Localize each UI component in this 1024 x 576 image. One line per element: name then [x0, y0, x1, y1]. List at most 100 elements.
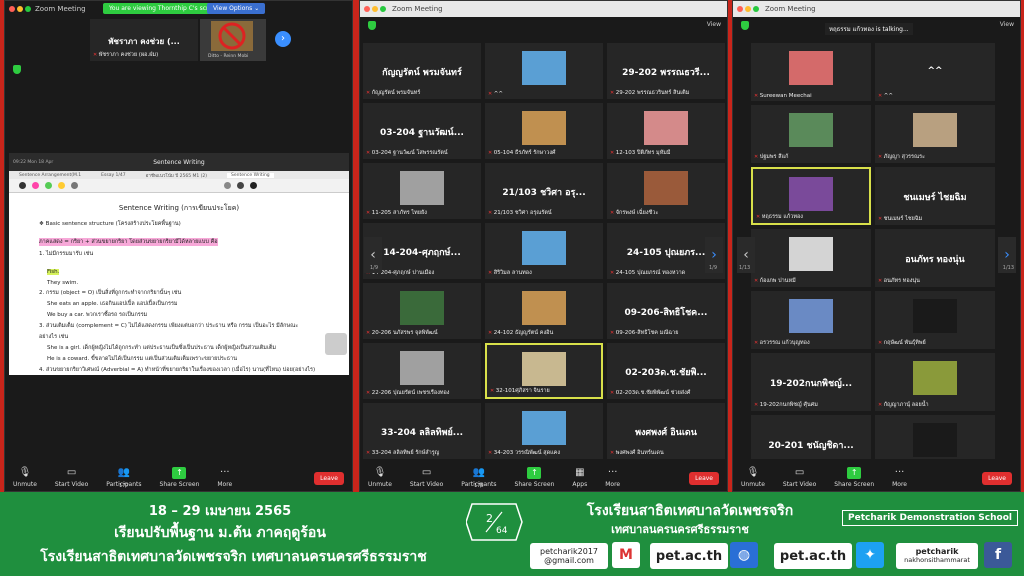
more-button[interactable]: ··· More	[605, 467, 620, 488]
tile-name: 32-101ศุภิสรา จินราย	[490, 387, 550, 395]
participant-tile[interactable]: 02-203ด.ช.ชัยพิ... 02-203ด.ช.ชัยพิพัฒน์ ช…	[607, 343, 725, 399]
color-black-icon[interactable]	[250, 182, 257, 189]
leave-button[interactable]: Leave	[982, 472, 1012, 485]
zoom-dot[interactable]	[753, 6, 759, 12]
share-screen-button[interactable]: ↑ Share Screen	[834, 467, 874, 488]
video-tile[interactable]: พัชราภา คงช่วย (... พัชราภา คงช่วย (ผอ.ฝ…	[90, 19, 198, 61]
scroll-handle[interactable]	[325, 333, 347, 355]
zoom-window-2: Zoom Meeting View กัญญรัตน์ พรมจันทร์กัญ…	[359, 0, 728, 492]
participant-tile[interactable]: 11-205 สาภัทร ไทยยัง	[363, 163, 481, 219]
participant-tile[interactable]: 29-202 พรรณธวรี... 29-202 พรรณธวรินทร์ สิ…	[607, 43, 725, 99]
eraser-icon[interactable]	[71, 182, 78, 189]
participant-tile[interactable]: กัญญรัตน์ พรมจันทร์กัญญรัตน์ พรมจันทร์	[363, 43, 481, 99]
participants-button[interactable]: 👥175 Participants	[461, 467, 496, 489]
color-gray-icon[interactable]	[224, 182, 231, 189]
unmute-button[interactable]: 🎙 Unmute	[368, 467, 392, 488]
participant-tile[interactable]: 09-206-สิทธิโชค... 09-206-สิทธิโชค มณีฉาย	[607, 283, 725, 339]
leave-button[interactable]: Leave	[689, 472, 719, 485]
participant-tile[interactable]: ภัญญา สุวรรณระ	[875, 105, 995, 163]
pen-tool-icon[interactable]	[19, 182, 26, 189]
share-screen-button[interactable]: ↑ Share Screen	[515, 467, 554, 488]
email-badge[interactable]: petcharik2017 @gmail.com	[530, 543, 608, 569]
participant-tile[interactable]: ^^	[485, 43, 603, 99]
minimize-dot[interactable]	[745, 6, 751, 12]
participant-tile[interactable]: 24-102 ธัญญรัตน์ คงอิน	[485, 283, 603, 339]
participant-tile[interactable]: จักรพงษ์ เฉี่ยงชีวะ	[607, 163, 725, 219]
participant-tile[interactable]: 32-101ศุภิสรา จินราย	[485, 343, 603, 399]
start-video-button[interactable]: ▭ Start Video	[783, 467, 816, 488]
participant-tile[interactable]: 19-202กนกพิชญ์... 19-202กนกพิชญ์ ศุ้นศม	[751, 353, 871, 411]
participant-tile[interactable]: ก้องภพ ปานหมี	[751, 229, 871, 287]
apps-button[interactable]: ▦ Apps	[572, 467, 587, 488]
pen-yellow-icon[interactable]	[58, 182, 65, 189]
participants-icon: 👥177	[117, 467, 131, 489]
minimize-dot[interactable]	[17, 6, 23, 12]
start-video-button[interactable]: ▭ Start Video	[55, 467, 88, 488]
participant-tile[interactable]: พงศพงศ์ อินเดนพงศพงศ์ อินทร์นเดน	[607, 403, 725, 459]
participant-tile[interactable]: ^^ ^^	[875, 43, 995, 101]
zoom-dot[interactable]	[380, 6, 386, 12]
doc-line: He is a coward. ขี้ขลาดไม่ได้เป็นกรรม แต…	[47, 356, 237, 362]
view-button[interactable]: View	[1000, 21, 1014, 28]
participant-tile[interactable]: 33-204 ลลิลทิพย์... 33-204 ลลิลทิพย์ รักษ…	[363, 403, 481, 459]
zoom-dot[interactable]	[25, 6, 31, 12]
participant-tile[interactable]: กัญญาภานุ์ ลอยน้ำ	[875, 353, 995, 411]
doc-tab[interactable]: อาชีพแนวโน้ม ปี 2565 M1 (2)	[146, 172, 207, 179]
participant-tile[interactable]: หฤธรรม แก้วทอง	[751, 167, 871, 225]
participant-tile[interactable]: 20-206 นภัสรพร จุลพิพัฒน์	[363, 283, 481, 339]
doc-tab[interactable]: Sentence Arrangement(M.1	[19, 173, 81, 178]
pen-green-icon[interactable]	[45, 182, 52, 189]
share-screen-button[interactable]: ↑ Share Screen	[160, 467, 199, 488]
participant-tile[interactable]: ชนเมษร์ ไชยฉิมชนเมษร์ ไชยฉิม	[875, 167, 995, 225]
tile-name: 09-206-สิทธิโชค มณีฉาย	[610, 329, 679, 337]
start-video-button[interactable]: ▭ Start Video	[410, 467, 443, 488]
participant-tile[interactable]: กฤษัฒน์ พันธุ์ทิพย์	[875, 291, 995, 349]
website-badge[interactable]: pet.ac.th	[774, 543, 852, 569]
more-button[interactable]: ··· More	[217, 467, 232, 488]
globe-icon[interactable]: ◍	[730, 542, 758, 568]
pen-pink-icon[interactable]	[32, 182, 39, 189]
participant-tile[interactable]: ปฐมพร สีแก้	[751, 105, 871, 163]
label: Start Video	[782, 481, 817, 488]
view-options-button[interactable]: View Options ⌄	[207, 3, 266, 14]
minimize-dot[interactable]	[372, 6, 378, 12]
video-thumbnail	[400, 350, 444, 385]
doc-tab-active[interactable]: Sentence Writing	[227, 172, 274, 178]
participant-tile[interactable]: 03-204 ฐานวัฒน์... 03-204 ฐานวัฒน์ โสพรรณ…	[363, 103, 481, 159]
participants-button[interactable]: 👥177 Participants	[106, 467, 141, 489]
close-dot[interactable]	[737, 6, 743, 12]
tile-display-name: 20-201 ชนัญชิดา...	[768, 441, 854, 452]
gmail-icon[interactable]: M	[612, 542, 640, 568]
participant-tile[interactable]: 12-103 ปิติภัทร มุหัมมี	[607, 103, 725, 159]
participant-tile[interactable]: Sureewan Meechai	[751, 43, 871, 101]
tile-name: 03-204 ฐานวัฒน์ โสพรรณรัตน์	[366, 149, 448, 157]
twitter-icon[interactable]: ✦	[856, 542, 884, 568]
color-dark-icon[interactable]	[237, 182, 244, 189]
participant-tile[interactable]: 22-206 ปุณยรัตน์ เพชรเรืองทอง	[363, 343, 481, 399]
unmute-button[interactable]: 🎙 Unmute	[13, 467, 37, 488]
close-dot[interactable]	[364, 6, 370, 12]
participant-tile[interactable]: 34-203 วรรณิพัฒน์ สุดแคง	[485, 403, 603, 459]
tile-name: 33-204 ลลิลทิพย์ รักษ์สำรูญ	[366, 449, 440, 457]
facebook-icon[interactable]: f	[984, 542, 1012, 568]
label: Apps	[572, 481, 588, 488]
participant-tile[interactable]: อนภัทร ทองนุ่นอนภัทร ทองนุ่น	[875, 229, 995, 287]
participant-tile[interactable]: 05-104 ธีรภัทร์ รักษาวงศ์	[485, 103, 603, 159]
close-dot[interactable]	[9, 6, 15, 12]
doc-tab[interactable]: Essay 1/47	[101, 173, 126, 178]
leave-button[interactable]: Leave	[314, 472, 344, 485]
participant-tile[interactable]: 21/103 ชวิศา อรุ... 21/103 ชวิศา อรุณรัตน…	[485, 163, 603, 219]
view-button[interactable]: View	[707, 21, 721, 28]
unmute-button[interactable]: 🎙 Unmute	[741, 467, 765, 488]
participant-tile[interactable]: อรวรรณ แก้วบุญทอง	[751, 291, 871, 349]
tile-display-name: 33-204 ลลิลทิพย์...	[380, 428, 464, 439]
more-button[interactable]: ··· More	[892, 467, 907, 488]
website-badge[interactable]: pet.ac.th	[650, 543, 728, 569]
tile-caption: Ditto - Reinn Mobi	[208, 54, 249, 59]
tile-name: กัญญรัตน์ พรมจันทร์	[366, 89, 421, 97]
participant-tile[interactable]: สิริวิมล ลานทอง	[485, 223, 603, 279]
next-arrow-icon[interactable]: ›	[275, 31, 291, 47]
facebook-badge[interactable]: petcharik nakhonsithammarat	[896, 543, 978, 569]
tile-name: Sureewan Meechai	[754, 93, 812, 99]
video-tile[interactable]: Ditto - Reinn Mobi	[200, 19, 266, 61]
